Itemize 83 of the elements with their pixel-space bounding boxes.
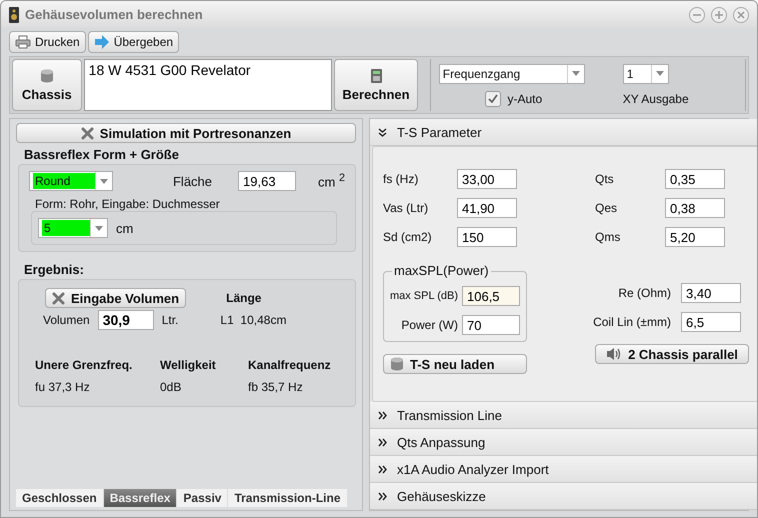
field-label: Re (Ohm): [618, 286, 671, 300]
accordion-header[interactable]: Gehäuseskizze: [370, 483, 757, 510]
metric-value: fb 35,7 Hz: [248, 380, 304, 394]
unit-label: Ltr.: [162, 313, 178, 327]
area-label: Fläche: [172, 174, 212, 188]
accordion-header[interactable]: x1A Audio Analyzer Import: [370, 456, 757, 483]
field-label: Qms: [595, 230, 622, 244]
field-label: Qes: [595, 201, 618, 215]
unit-label: cm $^{2}$: [318, 172, 345, 190]
database-icon: [390, 357, 404, 371]
database-icon: [40, 68, 54, 82]
tab[interactable]: Passiv: [177, 489, 228, 507]
input-field[interactable]: 6,5: [681, 312, 741, 332]
chevron-down-icon: [378, 128, 387, 136]
metric-value: 0dB: [160, 380, 182, 394]
input-field[interactable]: 3,40: [681, 283, 741, 303]
chassis-name-field[interactable]: 18 W 4531 G00 Revelator: [84, 59, 332, 111]
group-title: Ergebnis:: [24, 262, 85, 277]
field-label: Power (W): [401, 318, 458, 332]
field-label: Coil Lin (±mm): [593, 315, 671, 329]
window-title: Gehäusevolumen berechnen: [25, 7, 204, 22]
chevron-right-icon: [378, 464, 387, 474]
arrow-right-icon: [94, 35, 110, 49]
metric-value: fu 37,3 Hz: [35, 380, 91, 394]
printer-icon: [15, 35, 31, 49]
metric-title: Kanalfrequenz: [248, 358, 332, 372]
group-title: Bassreflex Form + Größe: [24, 147, 180, 162]
chevron-right-icon: [378, 438, 387, 446]
maximize-icon[interactable]: [711, 6, 727, 22]
input-field[interactable]: 106,5: [462, 286, 520, 306]
input-field[interactable]: 41,90: [457, 198, 517, 218]
xy-dropdown[interactable]: 1: [622, 64, 669, 84]
shape-dropdown[interactable]: Round: [29, 171, 113, 191]
input-field[interactable]: 70: [462, 315, 520, 335]
input-field[interactable]: 0,38: [665, 198, 725, 218]
input-field[interactable]: 19,63: [238, 171, 296, 191]
form-caption: Form: Rohr, Eingabe: Duchmesser: [35, 197, 221, 211]
input-field[interactable]: 5,20: [665, 227, 725, 247]
checkmark-icon: [488, 94, 498, 103]
length-value: L1 10,48cm: [220, 313, 286, 327]
xy-label: XY Ausgabe: [622, 92, 690, 106]
chassis-button[interactable]: Chassis: [12, 59, 82, 111]
tab[interactable]: Geschlossen: [16, 489, 103, 507]
tab[interactable]: Transmission-Line: [228, 489, 346, 507]
toolbar-button[interactable]: Übergeben: [88, 31, 180, 53]
parallel-button[interactable]: 2 Chassis parallel: [595, 344, 749, 364]
close-icon[interactable]: [733, 6, 749, 22]
metric-title: Welligkeit: [160, 358, 217, 372]
group-title: maxSPL(Power): [392, 263, 491, 278]
field-label: max SPL (dB): [390, 290, 458, 302]
input-field[interactable]: 33,00: [457, 169, 517, 189]
diameter-dropdown[interactable]: 5: [38, 218, 108, 238]
checkbox[interactable]: [485, 90, 502, 106]
field-label: Sd (cm2): [383, 230, 433, 244]
calculator-icon: [370, 68, 382, 82]
calculate-button[interactable]: Berechnen: [334, 59, 418, 111]
speaker-icon: [9, 6, 19, 22]
checkbox-label: y-Auto: [507, 92, 542, 106]
tab[interactable]: Bassreflex: [104, 489, 176, 507]
volume-label: Volumen: [43, 313, 90, 327]
x-icon: [52, 292, 65, 304]
input-field[interactable]: 0,35: [665, 169, 725, 189]
chevron-right-icon: [378, 410, 387, 420]
accordion-header[interactable]: T-S Parameter: [370, 119, 757, 146]
simulation-button[interactable]: Simulation mit Portresonanzen: [16, 123, 356, 143]
speaker-icon: [606, 347, 622, 361]
x-icon: [80, 126, 94, 140]
accordion-header[interactable]: Transmission Line: [370, 402, 757, 429]
input-field[interactable]: 30,9: [98, 310, 154, 330]
volume-button[interactable]: Eingabe Volumen: [45, 288, 186, 308]
length-title: Länge: [226, 291, 262, 305]
mode-dropdown[interactable]: Frequenzgang: [438, 64, 585, 84]
unit-label: cm: [116, 220, 134, 236]
field-label: Qts: [595, 172, 615, 186]
minimize-icon[interactable]: [689, 6, 705, 22]
input-field[interactable]: 150: [457, 227, 517, 247]
metric-title: Unere Grenzfreq.: [35, 358, 134, 372]
field-label: Vas (Ltr): [383, 201, 430, 215]
reload-button[interactable]: T-S neu laden: [383, 354, 527, 374]
field-label: fs (Hz): [383, 172, 420, 186]
chevron-right-icon: [378, 492, 387, 500]
toolbar-button[interactable]: Drucken: [9, 31, 86, 53]
accordion-header[interactable]: Qts Anpassung: [370, 429, 757, 456]
